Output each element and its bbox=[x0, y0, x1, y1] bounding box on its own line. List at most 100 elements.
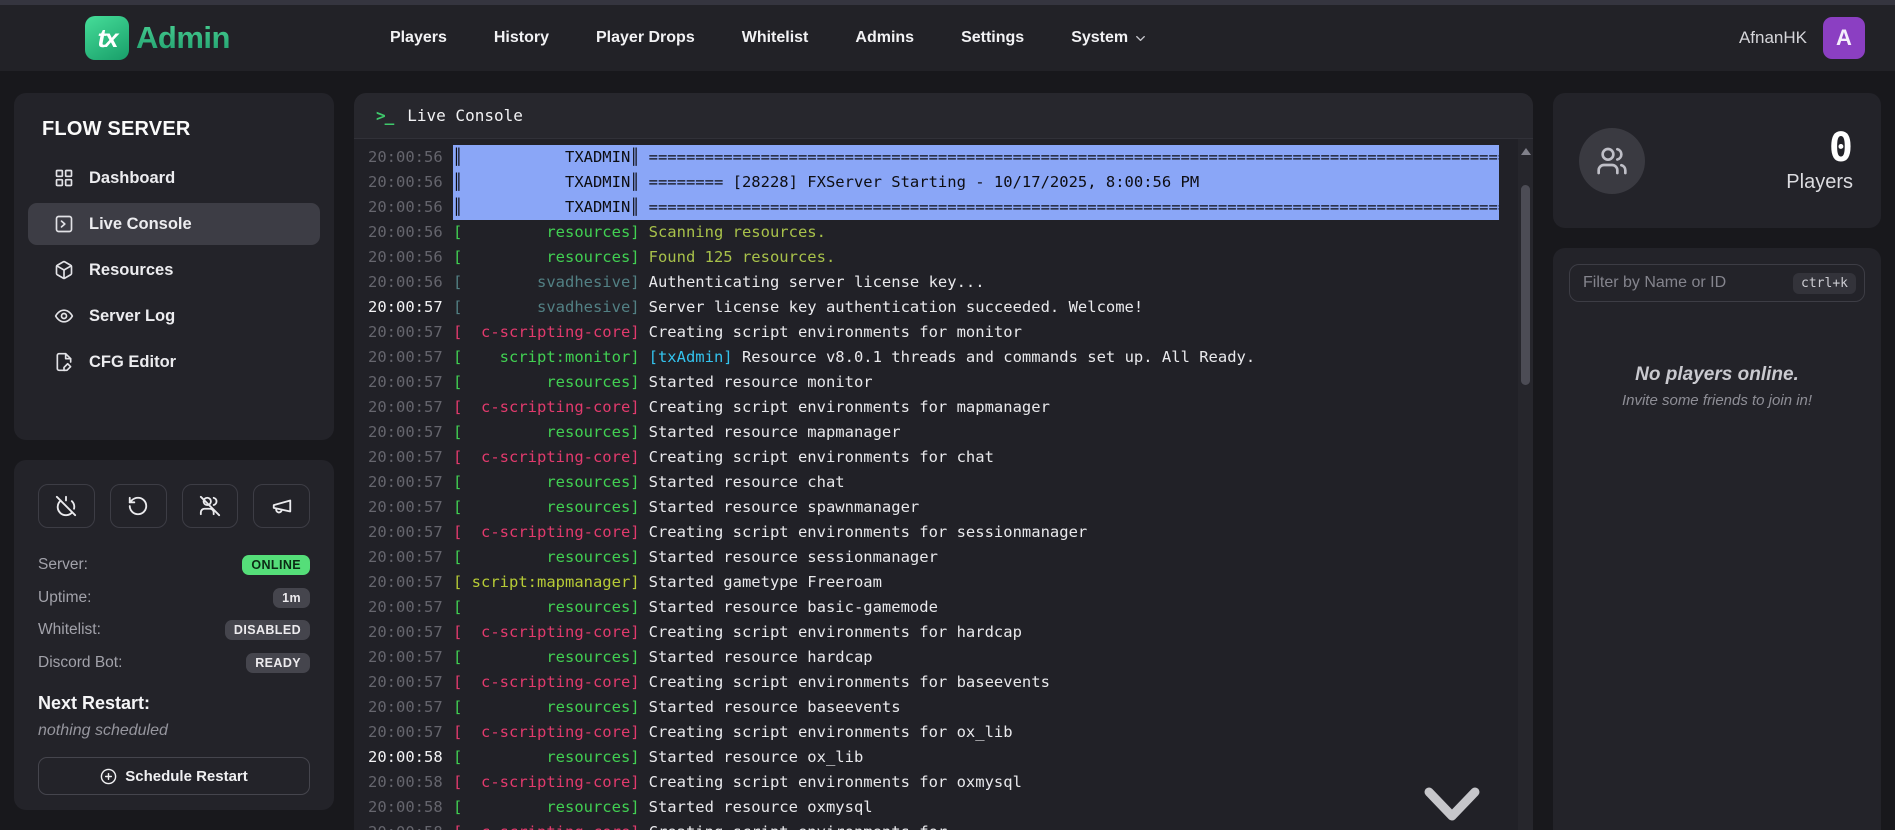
nav-item-history[interactable]: History bbox=[494, 29, 549, 47]
schedule-restart-button[interactable]: Schedule Restart bbox=[38, 757, 310, 795]
console-output[interactable]: 20:00:56 ║ TXADMIN║======================… bbox=[354, 139, 1533, 830]
sidebar-item-dashboard[interactable]: Dashboard bbox=[28, 157, 320, 199]
console-message-part: Creating script environments for baseeve… bbox=[649, 673, 1050, 691]
kick-all-button[interactable] bbox=[182, 484, 239, 528]
scroll-up-arrow-icon[interactable] bbox=[1521, 148, 1531, 155]
restart-server-button[interactable] bbox=[110, 484, 167, 528]
file-edit-icon bbox=[54, 352, 74, 372]
status-row: Server:ONLINE bbox=[38, 549, 310, 582]
console-timestamp: 20:00:57 bbox=[368, 670, 444, 695]
status-badge: 1m bbox=[273, 588, 310, 608]
console-message: Creating script environments for monitor bbox=[649, 320, 1499, 345]
sidebar-item-server-log[interactable]: Server Log bbox=[28, 295, 320, 337]
console-message: Started resource baseevents bbox=[649, 695, 1499, 720]
nav-item-label: Player Drops bbox=[596, 29, 695, 47]
console-line-selected: ║ TXADMIN║==============================… bbox=[453, 145, 1499, 170]
console-line: 20:00:58[ c-scripting-core]Creating scri… bbox=[354, 820, 1533, 830]
console-timestamp: 20:00:56 bbox=[368, 245, 444, 270]
left-sidebar: FLOW SERVER DashboardLive ConsoleResourc… bbox=[14, 93, 334, 830]
player-filter-input[interactable] bbox=[1583, 274, 1793, 292]
avatar[interactable]: A bbox=[1823, 17, 1865, 59]
console-line: 20:00:57[ script:mapmanager]Started game… bbox=[354, 570, 1533, 595]
console-scrollbar[interactable] bbox=[1518, 139, 1533, 830]
console-tag: [ svadhesive] bbox=[453, 295, 640, 320]
sidebar-item-live-console[interactable]: Live Console bbox=[28, 203, 320, 245]
console-message-part: Found 125 resources. bbox=[649, 248, 836, 266]
console-line-selected: ║ TXADMIN║==============================… bbox=[453, 195, 1499, 220]
player-filter[interactable]: ctrl+k bbox=[1569, 264, 1865, 302]
console-line: 20:00:57[ c-scripting-core]Creating scri… bbox=[354, 320, 1533, 345]
players-count-card: 0 Players bbox=[1553, 93, 1881, 228]
console-message: Started resource mapmanager bbox=[649, 420, 1499, 445]
console-timestamp: 20:00:57 bbox=[368, 595, 444, 620]
console-line: 20:00:58[ resources]Started resource oxm… bbox=[354, 795, 1533, 820]
console-tag: [ script:mapmanager] bbox=[453, 570, 640, 595]
status-label: Discord Bot: bbox=[38, 654, 122, 672]
nav-item-admins[interactable]: Admins bbox=[855, 29, 914, 47]
console-timestamp: 20:00:57 bbox=[368, 420, 444, 445]
status-label: Uptime: bbox=[38, 589, 91, 607]
power-off-icon bbox=[55, 495, 77, 517]
username[interactable]: AfnanHK bbox=[1739, 28, 1807, 48]
console-lines: 20:00:56 ║ TXADMIN║======================… bbox=[354, 145, 1533, 830]
console-line-body: [ c-scripting-core]Creating script envir… bbox=[453, 620, 1499, 645]
navbar: tx Admin Players History Player Drops White… bbox=[0, 5, 1895, 71]
console-tag: [ c-scripting-core] bbox=[453, 770, 640, 795]
console-timestamp: 20:00:58 bbox=[368, 795, 444, 820]
txadmin-logo[interactable]: tx Admin bbox=[85, 16, 230, 60]
live-console-panel: >_ Live Console 20:00:56║ TXADMIN║======… bbox=[354, 93, 1533, 830]
nav-item-whitelist[interactable]: Whitelist bbox=[742, 29, 809, 47]
console-timestamp: 20:00:57 bbox=[368, 295, 444, 320]
logo-admin-text: Admin bbox=[136, 20, 230, 56]
next-restart-value: nothing scheduled bbox=[38, 722, 310, 740]
console-timestamp: 20:00:56 bbox=[368, 270, 444, 295]
nav-item-settings[interactable]: Settings bbox=[961, 29, 1024, 47]
users-slash-icon bbox=[199, 495, 221, 517]
console-tag: [ resources] bbox=[453, 495, 640, 520]
console-line-body: [ resources]Started resource sessionmana… bbox=[453, 545, 1499, 570]
console-message-part: Started resource mapmanager bbox=[649, 423, 901, 441]
console-line: 20:00:57[ resources]Started resource mon… bbox=[354, 370, 1533, 395]
nav-item-label: Players bbox=[390, 29, 447, 47]
console-timestamp: 20:00:56 bbox=[368, 170, 444, 195]
sidebar-item-cfg-editor[interactable]: CFG Editor bbox=[28, 341, 320, 383]
nav-item-system[interactable]: System bbox=[1071, 29, 1148, 47]
console-timestamp: 20:00:58 bbox=[368, 820, 444, 830]
console-message: Started resource ox_lib bbox=[649, 745, 1499, 770]
nav-item-label: Whitelist bbox=[742, 29, 809, 47]
console-line: 20:00:57[ resources]Started resource bas… bbox=[354, 695, 1533, 720]
console-message: Started resource oxmysql bbox=[649, 795, 1499, 820]
console-message-part: Authenticating server license key... bbox=[649, 273, 985, 291]
console-timestamp: 20:00:57 bbox=[368, 370, 444, 395]
console-message-part: [txAdmin] bbox=[649, 348, 733, 366]
no-players-title: No players online. bbox=[1569, 364, 1865, 386]
console-line: 20:00:58[ resources]Started resource ox_… bbox=[354, 745, 1533, 770]
main-nav: Players History Player Drops Whitelist Admin… bbox=[390, 29, 1148, 47]
scroll-to-bottom-button[interactable] bbox=[1419, 782, 1485, 826]
txadmin-logo-icon: tx bbox=[85, 16, 129, 60]
right-sidebar: 0 Players ctrl+k No players online. Invi… bbox=[1553, 93, 1881, 830]
console-line: 20:00:57[ c-scripting-core]Creating scri… bbox=[354, 720, 1533, 745]
console-timestamp: 20:00:57 bbox=[368, 470, 444, 495]
scrollbar-thumb[interactable] bbox=[1521, 185, 1530, 385]
players-stats: 0 Players bbox=[1786, 128, 1853, 194]
console-message-part: ========================================… bbox=[649, 198, 1499, 216]
stop-server-button[interactable] bbox=[38, 484, 95, 528]
sidebar-item-resources[interactable]: Resources bbox=[28, 249, 320, 291]
announce-button[interactable] bbox=[253, 484, 310, 528]
console-message: [txAdmin] Resource v8.0.1 threads and co… bbox=[649, 345, 1499, 370]
console-message: Server license key authentication succee… bbox=[649, 295, 1499, 320]
console-line: 20:00:57[ resources]Started resource bas… bbox=[354, 595, 1533, 620]
nav-item-players[interactable]: Players bbox=[390, 29, 447, 47]
console-message: Started resource monitor bbox=[649, 370, 1499, 395]
console-tag: [ c-scripting-core] bbox=[453, 620, 640, 645]
nav-item-player-drops[interactable]: Player Drops bbox=[596, 29, 695, 47]
console-message: Scanning resources. bbox=[649, 220, 1499, 245]
console-message: Found 125 resources. bbox=[649, 245, 1499, 270]
console-message: Creating script environments for chat bbox=[649, 445, 1499, 470]
console-line: 20:00:56║ TXADMIN║======== [28228] FXSer… bbox=[354, 170, 1533, 195]
console-line-body: [ svadhesive]Authenticating server licen… bbox=[453, 270, 1499, 295]
console-line: 20:00:57[ resources]Started resource ses… bbox=[354, 545, 1533, 570]
console-tag: [ resources] bbox=[453, 695, 640, 720]
console-line-body: [ resources]Started resource mapmanager bbox=[453, 420, 1499, 445]
